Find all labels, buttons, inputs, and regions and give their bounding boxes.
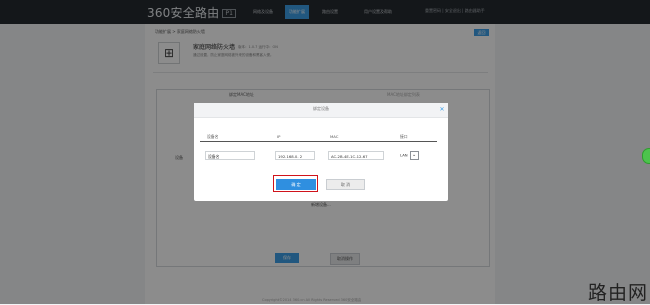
column-header-mac: MAC [330, 134, 339, 139]
chevron-down-icon[interactable]: ⌄ [409, 151, 419, 160]
device-name-field[interactable]: 设备名 [205, 151, 255, 160]
cancel-button[interactable]: 取 消 [326, 179, 365, 190]
watermark: 路由网 [588, 282, 649, 304]
column-header-device-name: 设备名 [207, 134, 219, 139]
column-header-ip: IP [277, 134, 281, 139]
mac-field[interactable]: AC-2B-4E-1C-12-67 [328, 151, 384, 160]
close-icon[interactable]: ✕ [438, 106, 446, 114]
dialog-header: 绑定设备 ✕ [194, 103, 448, 118]
header-divider [200, 141, 437, 142]
interface-select[interactable]: LAN ⌄ [400, 151, 419, 160]
floating-side-tab[interactable] [642, 148, 650, 164]
column-header-interface: 接口 [400, 134, 408, 139]
dialog-title: 绑定设备 [313, 106, 329, 111]
ip-field[interactable]: 192.168.0. 2 [275, 151, 315, 160]
interface-select-value: LAN [400, 152, 408, 158]
confirm-highlight-box [273, 175, 318, 192]
